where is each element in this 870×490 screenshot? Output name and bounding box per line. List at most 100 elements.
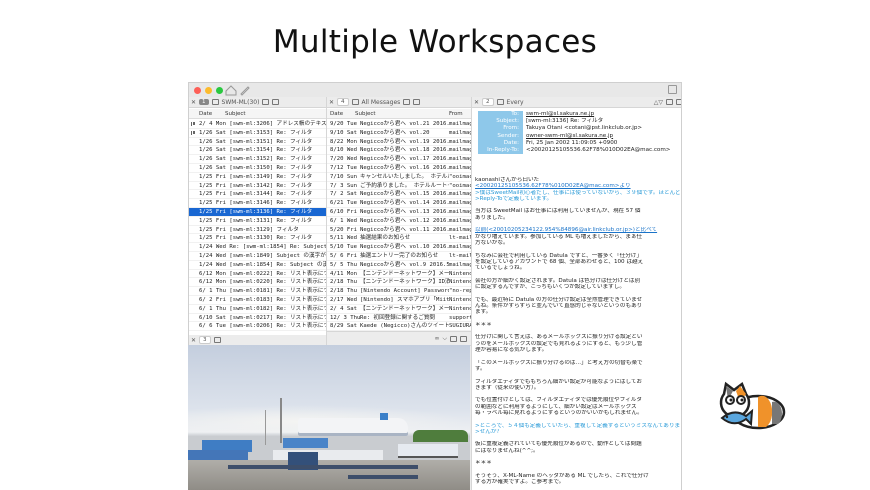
message-row[interactable]: 1/24 Wed Re: [swm-ml:1854] Re: Subject の…: [189, 243, 326, 252]
split-view-icon[interactable]: [403, 99, 411, 105]
message-row[interactable]: 7/12 TueNegiccoから君へ vol.16 2016.7.12mail…: [327, 164, 471, 173]
message-row[interactable]: 6/ 1 Thu [swm-ml:0181] Re: リスト表示について: [189, 287, 326, 296]
columns-view-icon[interactable]: [676, 99, 681, 105]
message-viewer-pane: ✕ 2 Every △▽ To: swm-ml@sl.sakura.ne.jp Su…: [471, 97, 681, 490]
message-date: 9/20 Tue: [330, 121, 357, 127]
columns-view-icon[interactable]: [460, 335, 467, 342]
chevron-down-icon[interactable]: ⌵: [442, 335, 447, 343]
message-row[interactable]: 9/20 TueNegiccoから君へ vol.21 2016.9.20mail…: [327, 120, 471, 129]
message-from: support: [449, 314, 471, 321]
message-row[interactable]: 2/ 4 Mon [swm-ml:3206] アドレス帳のテキスト出: [189, 120, 326, 129]
message-date: 8/10 Wed: [330, 147, 357, 154]
message-row[interactable]: 8/22 MonNegiccoから君へ vol.19 2016.8.22mail…: [327, 138, 471, 147]
message-row[interactable]: 6/21 TueNegiccoから君へ vol.14 2016.6.21mail…: [327, 199, 471, 208]
message-row[interactable]: 6/12 Mon [swm-ml:0222] Re: リスト表示について: [189, 270, 326, 279]
message-row[interactable]: 1/25 Fri [swm-ml:3146] Re: フィルタ: [189, 199, 326, 208]
message-row[interactable]: 5/10 TueNegiccoから君へ vol.10 2016.5.10mail…: [327, 243, 471, 252]
zoom-window-button[interactable]: [216, 87, 223, 94]
split-view-icon[interactable]: [666, 99, 673, 105]
message-row[interactable]: 1/26 Sat [swm-ml:3150] Re: フィルタ: [189, 164, 326, 173]
message-row[interactable]: 6/10 Sat [swm-ml:0217] Re: リスト表示につ: [189, 314, 326, 323]
message-row[interactable]: 1/26 Sat [swm-ml:3152] Re: フィルタ: [189, 155, 326, 164]
message-subject: [swm-ml:3152] Re: フィルタ: [229, 156, 313, 163]
split-view-icon[interactable]: [262, 99, 270, 105]
message-date: 1/25 Fri: [199, 226, 226, 233]
message-row[interactable]: 6/ 6 Tue [swm-ml:0206] Re: リスト表示につ: [189, 322, 326, 332]
column-subject[interactable]: Subject: [355, 111, 376, 117]
message-date: 1/25 Fri: [199, 208, 226, 215]
minimize-window-button[interactable]: [205, 87, 212, 94]
column-date[interactable]: Date: [330, 111, 343, 117]
message-row[interactable]: 6/10 FriNegiccoから君へ vol.13 2016.6.10mail…: [327, 208, 471, 217]
column-from[interactable]: From: [449, 111, 463, 117]
message-row[interactable]: 6/12 Mon [swm-ml:0220] Re: リスト表示について: [189, 278, 326, 288]
message-row[interactable]: 5/ 6 Fri抽選エントリー完了のお知らせ lt-mail@: [327, 252, 471, 261]
message-row[interactable]: 7/ 3 Sunご予約承りました。 ホテルルートイー…"ooimact: [327, 182, 471, 191]
header-value[interactable]: owner-swm-ml@sl.sakura.ne.jp: [523, 133, 613, 140]
layout-icon[interactable]: [668, 85, 677, 94]
message-row[interactable]: 7/20 WedNegiccoから君へ vol.17 2016.7.20mail…: [327, 155, 471, 164]
header-label: Sender:: [478, 132, 523, 140]
message-row[interactable]: 8/29 Sat Kaede (Negicco)さんのツイートSUGIURA: [327, 322, 471, 332]
close-window-button[interactable]: [194, 87, 201, 94]
split-view-icon[interactable]: [450, 335, 457, 342]
lock-icon[interactable]: [351, 99, 359, 105]
message-row[interactable]: 6/ 2 Fri [swm-ml:0183] Re: リスト表示につい: [189, 296, 326, 305]
message-row[interactable]: 1/24 Wed [swm-ml:1854] Re: Subject の漢字が: [189, 261, 326, 270]
message-row[interactable]: 1/24 Wed [swm-ml:1849] Subject の漢字が化ける: [189, 252, 326, 261]
lock-icon[interactable]: [213, 337, 221, 343]
message-row[interactable]: 2/ 4 Sat【ニンテンドーネットワーク】メー…Nintendo: [327, 305, 471, 314]
column-date[interactable]: Date: [199, 111, 212, 117]
message-row[interactable]: 6/ 1 WedNegiccoから君へ vol.12 2016.6.1mailm…: [327, 217, 471, 226]
mailbox-selector[interactable]: All Messages: [362, 99, 401, 106]
header-field: Sender: owner-swm-ml@sl.sakura.ne.jp: [478, 132, 678, 140]
body-line[interactable]: 以前(<20010205234122.954%84896@air.linkclu…: [475, 227, 680, 233]
columns-view-icon[interactable]: [272, 99, 280, 105]
message-row[interactable]: 6/ 1 Thu [swm-ml:0182] Re: リスト表示につい: [189, 305, 326, 314]
message-row[interactable]: 9/10 SatNegiccoから君へ vol.20 mailmaga: [327, 129, 471, 138]
home-icon[interactable]: [225, 84, 237, 96]
message-row[interactable]: 8/10 WedNegiccoから君へ vol.18 2016.8.10mail…: [327, 146, 471, 156]
message-row[interactable]: 1/25 Fri [swm-ml:3142] Re: フィルタ: [189, 182, 326, 191]
message-row[interactable]: 1/25 Fri [swm-ml:3130] Re: フィルタ: [189, 234, 326, 244]
close-pane-icon[interactable]: ✕: [191, 99, 196, 106]
message-row[interactable]: 2/18 Thu[Nintendo Account] Password ch…"…: [327, 287, 471, 296]
header-label: Date:: [478, 139, 523, 148]
mailbox-selector[interactable]: SWM-ML(30): [222, 99, 260, 106]
message-row[interactable]: 7/10 Sunキャンセルいたしました。 ホテルルー…"ooimact: [327, 173, 471, 182]
message-row[interactable]: 2/17 Wed[Nintendo] スマホアプリ「Miito…Nintendo: [327, 296, 471, 305]
message-subject: Negiccoから君へ vol.11 2016.5.20: [360, 226, 449, 233]
columns-view-icon[interactable]: [413, 99, 421, 105]
message-subject: 【ニンテンドーネットワーク】メー…: [360, 270, 449, 277]
message-row[interactable]: 5/ 5 Thu Negiccoから君へ vol.9 2016.5.5mailma…: [327, 261, 471, 270]
close-pane-icon[interactable]: ✕: [474, 99, 479, 106]
message-from: mailmaga: [449, 121, 471, 127]
compose-pencil-icon[interactable]: [239, 84, 251, 96]
message-row[interactable]: 1/25 Fri [swm-ml:3129] フィルタ: [189, 226, 326, 235]
message-row[interactable]: 1/25 Fri [swm-ml:3131] Re: フィルタ: [189, 217, 326, 226]
message-row[interactable]: 2/18 Thu【ニンテンドーネットワーク】ID消…Nintendo: [327, 278, 471, 288]
message-row[interactable]: 7/ 2 SatNegiccoから君へ vol.15 2016.7.2mailm…: [327, 190, 471, 200]
close-pane-icon[interactable]: ✕: [191, 337, 196, 344]
column-subject[interactable]: Subject: [225, 111, 246, 117]
message-row[interactable]: 5/20 FriNegiccoから君へ vol.11 2016.5.20mail…: [327, 226, 471, 235]
mailbox-list-pane-middle: ✕ 4 All Messages Date Subject From 9/20 …: [326, 97, 471, 346]
message-row[interactable]: 12/ 3 ThuRe: 初回登録に関するご質問 support: [327, 314, 471, 323]
sort-arrows-icon[interactable]: △▽: [654, 99, 663, 106]
close-pane-icon[interactable]: ✕: [329, 99, 334, 106]
message-row[interactable]: 4/11 Mon【ニンテンドーネットワーク】メー…Nintendo: [327, 270, 471, 279]
message-row[interactable]: 1/26 Sat [swm-ml:3151] Re: フィルタ: [189, 138, 326, 147]
message-from: Nintendo: [449, 305, 471, 312]
message-row[interactable]: 1/25 Fri [swm-ml:3136] Re: フィルタ: [189, 207, 326, 217]
left-pane-toolbar: ✕ 1 SWM-ML(30): [189, 97, 326, 108]
message-row[interactable]: 1/26 Sat [swm-ml:3153] Re: フィルタ: [189, 129, 326, 138]
message-date: 5/ 5 Thu: [330, 261, 357, 268]
lock-icon[interactable]: [496, 99, 504, 105]
message-row[interactable]: 5/11 Wed抽選結果のお知らせ lt-mail@: [327, 234, 471, 244]
message-row[interactable]: 1/25 Fri [swm-ml:3144] Re: フィルタ: [189, 190, 326, 200]
lock-icon[interactable]: [211, 99, 219, 105]
filter-selector[interactable]: Every: [507, 99, 524, 106]
message-row[interactable]: 1/26 Sat [swm-ml:3154] Re: フィルタ: [189, 146, 326, 156]
thread-toggle[interactable]: ∞: [434, 335, 439, 342]
message-row[interactable]: 1/25 Fri [swm-ml:3149] Re: フィルタ: [189, 173, 326, 182]
